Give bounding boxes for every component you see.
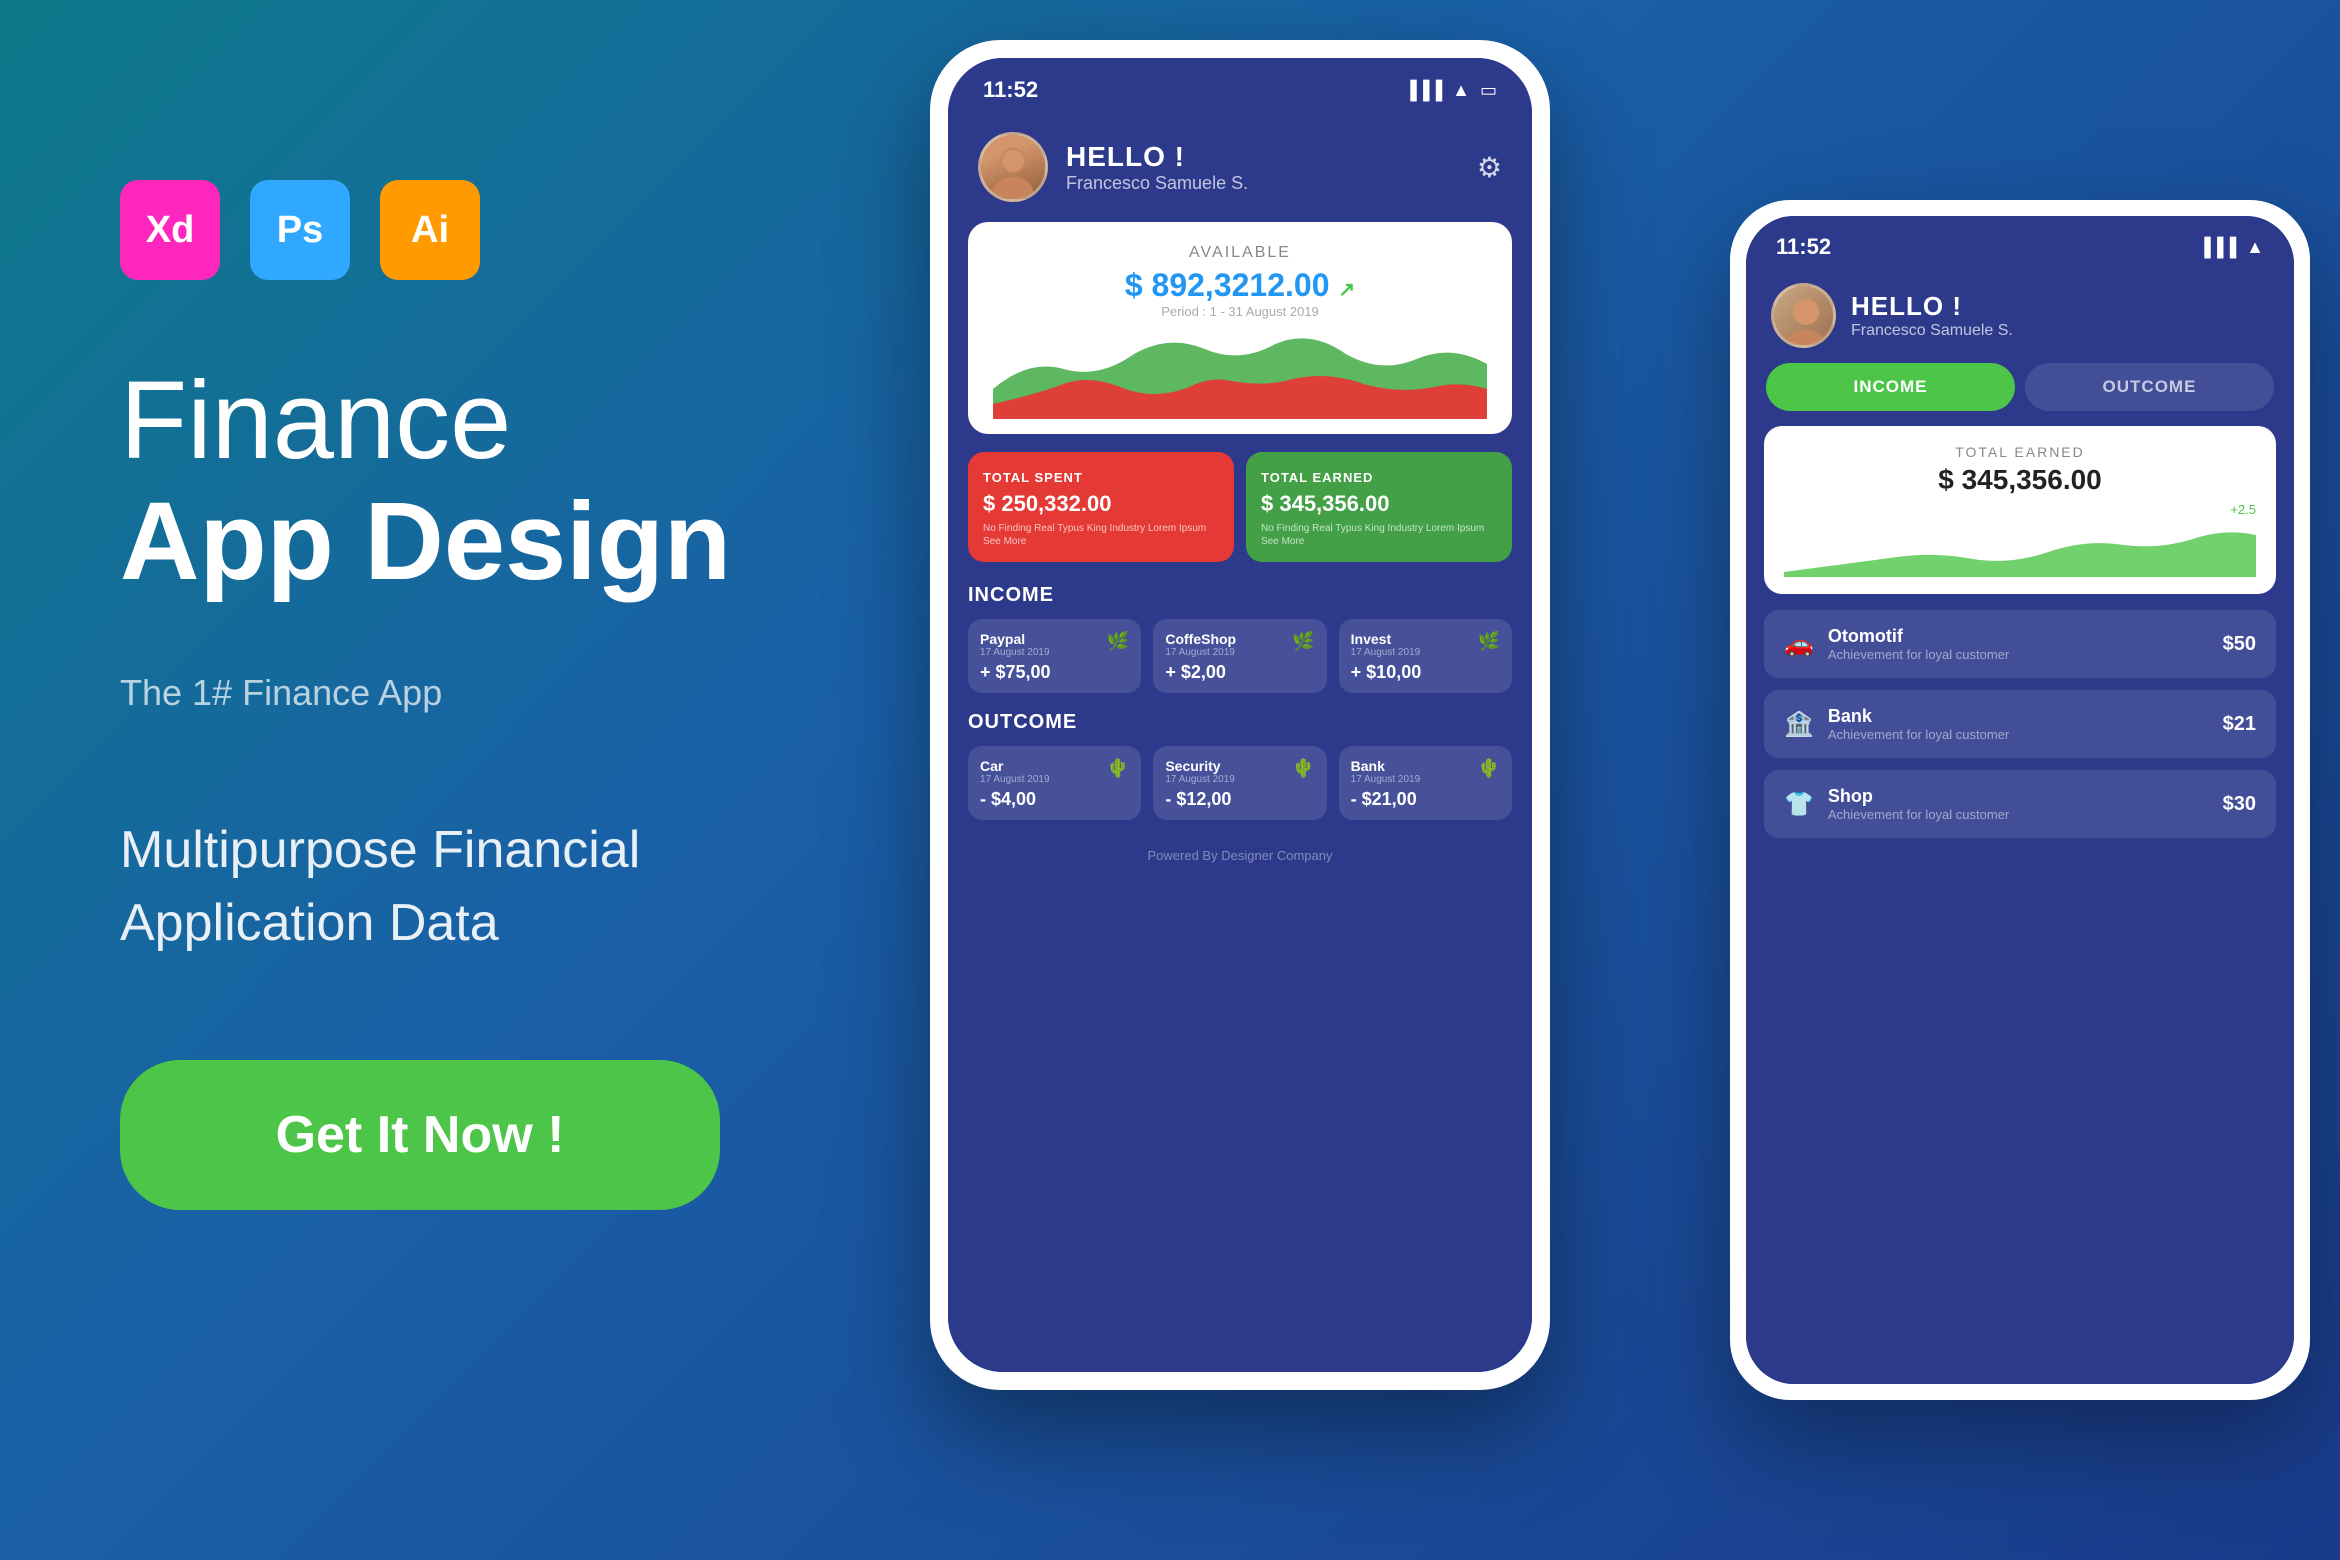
tab-row-second: INCOME OUTCOME: [1746, 363, 2294, 426]
list-item-otomotif: 🚗 Otomotif Achievement for loyal custome…: [1764, 610, 2276, 678]
avatar-second: [1771, 283, 1836, 348]
title-bold: App Design: [120, 481, 780, 602]
available-label: AVAILABLE: [993, 244, 1487, 262]
battery-icon: ▭: [1480, 80, 1497, 101]
signal-icon-2: ▐▐▐: [2198, 237, 2236, 258]
invest-icon: 🌿: [1478, 631, 1500, 652]
stats-row: TOTAL SPENT $ 250,332.00 No Finding Real…: [968, 452, 1512, 562]
total-earned-card: TOTAL EARNED $ 345,356.00 No Finding Rea…: [1246, 452, 1512, 562]
tab-outcome[interactable]: OUTCOME: [2025, 363, 2274, 411]
car-icon: 🌵: [1107, 758, 1129, 779]
income-card-paypal: Paypal 17 August 2019 🌿 + $75,00: [968, 619, 1141, 693]
shop-icon: 👕: [1784, 790, 1814, 819]
header-text-second: HELLO ! Francesco Samuele S.: [1851, 291, 2269, 340]
income-card-invest: Invest 17 August 2019 🌿 + $10,00: [1339, 619, 1512, 693]
phones-area: 11:52 ▐▐▐ ▲ ▭: [790, 0, 2340, 1560]
tab-income[interactable]: INCOME: [1766, 363, 2015, 411]
header-text-main: HELLO ! Francesco Samuele S.: [1066, 141, 1477, 194]
paypal-icon: 🌿: [1107, 631, 1129, 652]
app-body-second: TOTAL EARNED $ 345,356.00 +2.5 🚗: [1746, 426, 2294, 1384]
settings-icon-main[interactable]: ⚙: [1477, 151, 1502, 184]
status-icons-main: ▐▐▐ ▲ ▭: [1404, 80, 1497, 101]
app-header-main: HELLO ! Francesco Samuele S. ⚙: [948, 112, 1532, 222]
left-panel: Xd Ps Ai Finance App Design The 1# Finan…: [0, 0, 900, 1560]
powered-text: Powered By Designer Company: [968, 838, 1512, 873]
title-light: Finance: [120, 360, 780, 481]
income-card-coffeeshop: CoffeShop 17 August 2019 🌿 + $2,00: [1153, 619, 1326, 693]
cta-button[interactable]: Get It Now !: [120, 1060, 720, 1210]
username-second: Francesco Samuele S.: [1851, 322, 2269, 340]
signal-icon: ▐▐▐: [1404, 80, 1442, 101]
app-body-main: AVAILABLE $ 892,3212.00 ↗ Period : 1 - 3…: [948, 222, 1532, 1372]
security-icon: 🌵: [1292, 758, 1314, 779]
earned-amount: $ 345,356.00: [1784, 464, 2256, 496]
app-header-second: HELLO ! Francesco Samuele S.: [1746, 268, 2294, 363]
xd-icon: Xd: [120, 180, 220, 280]
income-section-title: INCOME: [968, 584, 1512, 607]
notch-main: [1151, 76, 1291, 104]
wifi-icon: ▲: [1452, 80, 1470, 101]
status-time-second: 11:52: [1776, 234, 1831, 260]
balance-amount: $ 892,3212.00 ↗: [993, 267, 1487, 304]
bank-icon: 🌵: [1478, 758, 1500, 779]
earned-chart: [1784, 517, 2256, 577]
status-bar-second: 11:52 ▐▐▐ ▲: [1746, 216, 2294, 268]
wifi-icon-2: ▲: [2246, 237, 2264, 258]
earned-card: TOTAL EARNED $ 345,356.00 +2.5: [1764, 426, 2276, 594]
username-main: Francesco Samuele S.: [1066, 173, 1477, 194]
ps-icon: Ps: [250, 180, 350, 280]
balance-period: Period : 1 - 31 August 2019: [993, 304, 1487, 319]
greeting-main: HELLO !: [1066, 141, 1477, 173]
ai-icon: Ai: [380, 180, 480, 280]
status-icons-second: ▐▐▐ ▲: [2198, 237, 2264, 258]
otomotif-icon: 🚗: [1784, 630, 1814, 659]
outcome-card-car: Car 17 August 2019 🌵 - $4,00: [968, 746, 1141, 820]
tool-icons: Xd Ps Ai: [120, 180, 780, 280]
subtitle-small: The 1# Finance App: [120, 672, 780, 714]
phone-main: 11:52 ▐▐▐ ▲ ▭: [930, 40, 1550, 1390]
bank-list-icon: 🏦: [1784, 710, 1814, 739]
balance-card-main: AVAILABLE $ 892,3212.00 ↗ Period : 1 - 3…: [968, 222, 1512, 434]
status-time-main: 11:52: [983, 77, 1038, 103]
income-cards-row: Paypal 17 August 2019 🌿 + $75,00 CoffeSh…: [968, 619, 1512, 693]
total-spent-card: TOTAL SPENT $ 250,332.00 No Finding Real…: [968, 452, 1234, 562]
avatar-main: [978, 132, 1048, 202]
outcome-card-security: Security 17 August 2019 🌵 - $12,00: [1153, 746, 1326, 820]
coffeeshop-icon: 🌿: [1292, 631, 1314, 652]
earned-label: TOTAL EARNED: [1784, 444, 2256, 460]
greeting-second: HELLO !: [1851, 291, 2269, 322]
title-block: Finance App Design: [120, 360, 780, 602]
status-bar-main: 11:52 ▐▐▐ ▲ ▭: [948, 58, 1532, 112]
outcome-cards-row: Car 17 August 2019 🌵 - $4,00 Security 17…: [968, 746, 1512, 820]
earned-change: +2.5: [1784, 502, 2256, 517]
outcome-card-bank: Bank 17 August 2019 🌵 - $21,00: [1339, 746, 1512, 820]
outcome-section-title: OUTCOME: [968, 711, 1512, 734]
balance-chart: [993, 329, 1487, 419]
phone-second: 11:52 ▐▐▐ ▲ HELLO ! Francesco Samuele S.: [1730, 200, 2310, 1400]
subtitle-large: Multipurpose FinancialApplication Data: [120, 814, 780, 960]
list-item-bank: 🏦 Bank Achievement for loyal customer $2…: [1764, 690, 2276, 758]
list-item-shop: 👕 Shop Achievement for loyal customer $3…: [1764, 770, 2276, 838]
